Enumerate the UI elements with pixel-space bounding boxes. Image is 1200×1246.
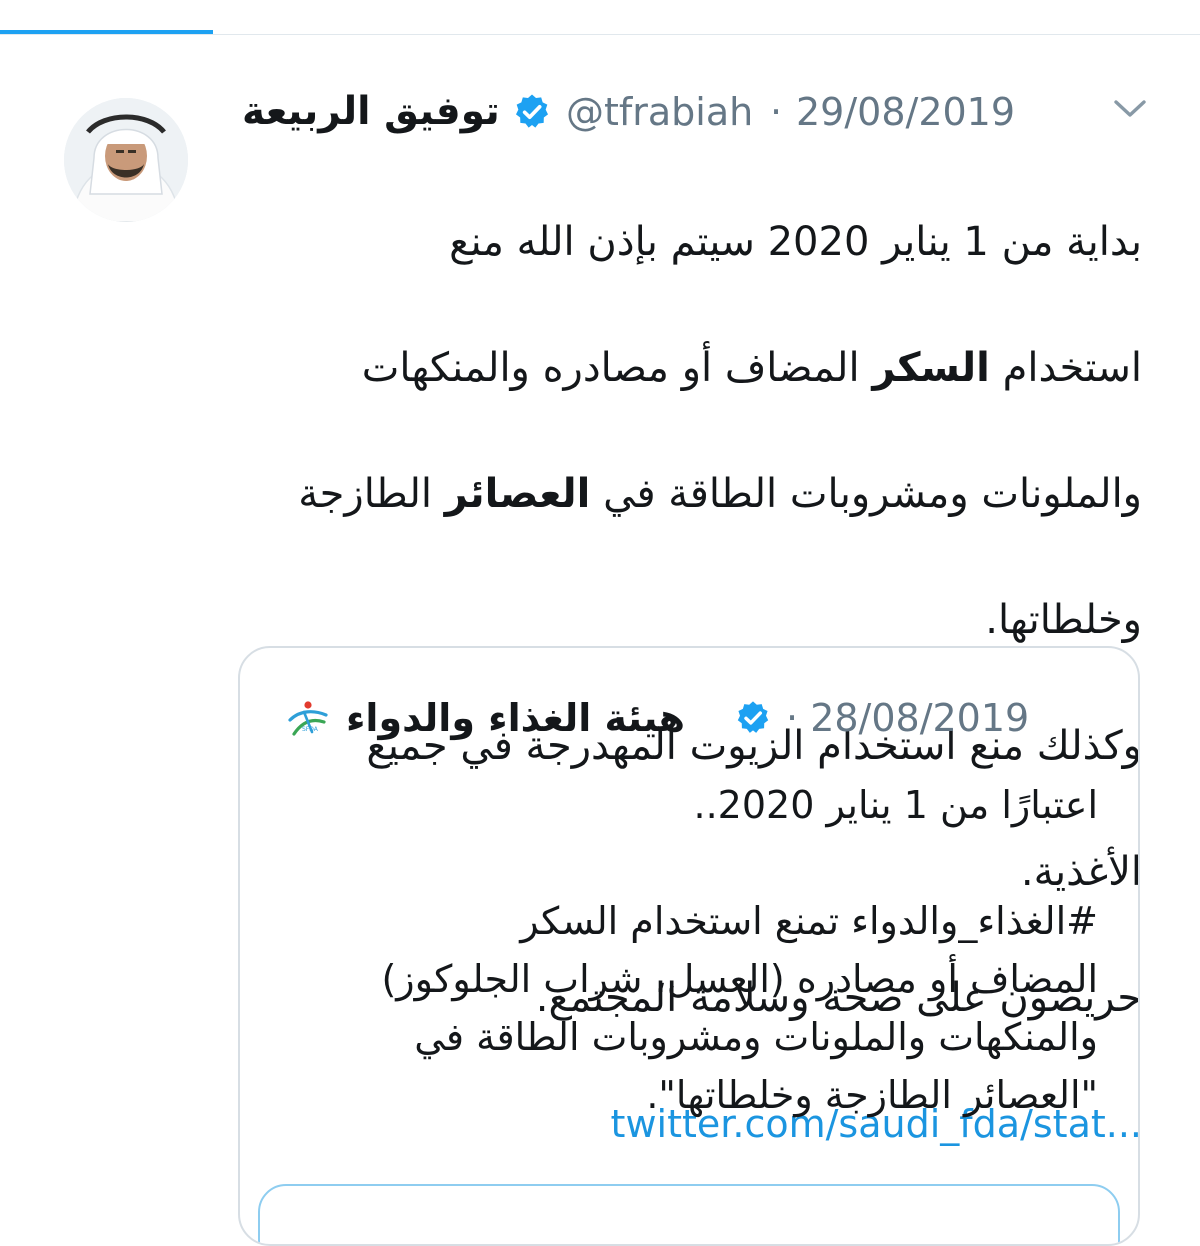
quoted-line: المضاف أو مصادره (العسل، شراب الجلوكوز) <box>381 957 1098 1001</box>
sfda-logo-icon: SFDA <box>288 701 328 736</box>
quoted-line: "العصائر الطازجة وخلطاتها". <box>646 1073 1098 1117</box>
date-separator: · <box>786 696 799 740</box>
author-handle[interactable]: @tfrabiah <box>566 84 753 140</box>
quoted-date-value: 28/08/2019 <box>810 696 1030 740</box>
author-avatar[interactable] <box>64 98 188 222</box>
svg-text:SFDA: SFDA <box>302 726 319 733</box>
tweet-line: والملونات ومشروبات الطاقة في العصائر الط… <box>210 463 1142 526</box>
author-name[interactable]: توفيق الربيعة <box>242 84 500 140</box>
quoted-tweet-text: اعتبارًا من 1 يناير 2020.. #الغذاء_والدو… <box>286 776 1098 1124</box>
quoted-line <box>286 834 1098 892</box>
tweet-bold-word: السكر <box>872 345 990 391</box>
quoted-line: اعتبارًا من 1 يناير 2020.. <box>693 783 1099 827</box>
tweet-line: استخدام السكر المضاف أو مصادره والمنكهات <box>210 337 1142 400</box>
tweet-line-segment: والملونات ومشروبات الطاقة في <box>590 471 1142 517</box>
quoted-line: #الغذاء_والدواء تمنع استخدام السكر <box>520 899 1098 943</box>
date-separator: · <box>770 90 783 134</box>
tweet-line: وخلطاتها. <box>985 597 1142 643</box>
verified-badge-icon <box>516 94 548 128</box>
tweet-line-segment: استخدام <box>989 345 1142 391</box>
tweet-date[interactable]: 29/08/2019 <box>796 84 1015 140</box>
tweet-line-segment: المضاف أو مصادره والمنكهات <box>361 345 873 391</box>
quoted-line: والمنكهات والملونات ومشروبات الطاقة في <box>414 1015 1098 1059</box>
quoted-tweet-date: · 28/08/2019 <box>786 688 1029 748</box>
verified-badge-icon <box>737 701 769 733</box>
quoted-tweet-header: SFDA هيئة الغذاء والدواء · 28/08/2019 <box>286 688 1096 748</box>
chevron-down-icon[interactable] <box>1108 94 1152 122</box>
tweet-line: بداية من 1 يناير 2020 سيتم بإذن الله منع <box>449 219 1142 265</box>
quoted-tweet-card[interactable]: SFDA هيئة الغذاء والدواء · 28/08/2019 اع… <box>238 646 1140 1246</box>
header-divider <box>0 34 1200 35</box>
tweet-header: 29/08/2019 · @tfrabiah توفيق الربيعة <box>240 84 1142 140</box>
tweet-line-segment: الطازجة <box>298 471 445 517</box>
quoted-author-name[interactable]: هيئة الغذاء والدواء <box>346 688 685 748</box>
tweet-bold-word: العصائر <box>444 471 591 517</box>
link-preview-card[interactable] <box>258 1184 1120 1244</box>
